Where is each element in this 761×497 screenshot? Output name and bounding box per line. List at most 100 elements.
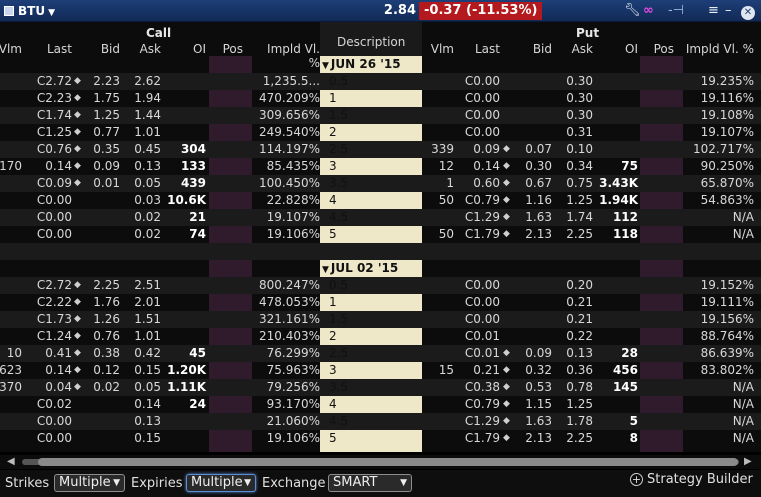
put-pb-cell[interactable] [512,294,552,311]
call-coi-cell[interactable]: 1.11K [166,379,206,396]
put-pa-cell[interactable]: 0.75 [555,175,593,192]
put-pl-cell[interactable]: C1.79 [456,226,500,243]
call-civ-cell[interactable]: 75.963% [254,362,320,379]
table-row[interactable]: C2.23 1.75 1.94 470.209% C0.00 0.30 19.116% ◆ 1 [0,90,761,107]
call-ca-cell[interactable]: 1.94 [123,90,161,107]
call-coi-cell[interactable]: 45 [166,345,206,362]
call-col-header[interactable]: Last [28,42,72,56]
put-pv-cell[interactable] [420,379,454,396]
put-piv-cell[interactable]: 19.152% [682,277,754,294]
table-row[interactable]: C0.02 0.14 24 93.170% C0.79 1.15 1.25 N/A ◆ 4 [0,396,761,413]
put-poi-cell[interactable]: 3.43K [598,175,638,192]
put-pv-cell[interactable]: 15 [420,362,454,379]
put-pv-cell[interactable] [420,396,454,413]
call-col-header[interactable]: Ask [123,42,161,56]
call-ca-cell[interactable]: 0.02 [123,209,161,226]
close-button[interactable]: ✕ [741,0,755,22]
put-poi-cell[interactable] [598,277,638,294]
call-coi-cell[interactable]: 1.20K [166,362,206,379]
put-piv-cell[interactable]: 54.863% [682,192,754,209]
call-col-header[interactable]: Vlm [0,42,22,56]
put-col-header[interactable]: Ask [555,42,593,56]
strike-description[interactable]: 3.5 [329,175,348,192]
put-pb-cell[interactable]: 1.63 [512,209,552,226]
table-row[interactable]: C1.74 1.25 1.44 309.656% C0.00 0.30 19.108% ◆ 1.… [0,107,761,124]
wrench-icon[interactable]: 🔧︎ [624,0,641,22]
call-cl-cell[interactable]: C0.00 [28,209,72,226]
call-cl-cell[interactable]: C1.24 [28,328,72,345]
call-cl-cell[interactable]: C0.00 [28,413,72,430]
minimize-icon[interactable]: – [725,0,732,22]
table-row[interactable]: C1.24 0.76 1.01 210.403% C0.01 0.22 88.764% ◆ 2 [0,328,761,345]
strike-description[interactable]: 0.5 [329,73,348,90]
call-coi-cell[interactable]: 74 [166,226,206,243]
put-pb-cell[interactable]: 0.32 [512,362,552,379]
table-row[interactable]: C0.09 0.01 0.05 439 100.450% 1 0.60 0.67 0.75 3.4… [0,175,761,192]
call-cv-cell[interactable] [0,141,22,158]
call-ca-cell[interactable]: 0.15 [123,362,161,379]
strikes-dropdown[interactable]: Multiple ▼ [54,474,125,492]
call-coi-cell[interactable] [166,124,206,141]
call-cl-cell[interactable]: C0.00 [28,192,72,209]
strike-description[interactable]: 2.5 [329,345,348,362]
call-coi-cell[interactable]: 439 [166,175,206,192]
put-poi-cell[interactable] [598,107,638,124]
put-pb-cell[interactable]: 0.09 [512,345,552,362]
put-pa-cell[interactable]: 0.30 [555,73,593,90]
strike-description[interactable]: 1 [329,90,337,107]
put-pa-cell[interactable]: 1.74 [555,209,593,226]
put-pb-cell[interactable] [512,90,552,107]
call-cb-cell[interactable]: 0.12 [80,362,120,379]
call-cb-cell[interactable] [80,192,120,209]
put-pv-cell[interactable] [420,294,454,311]
put-piv-cell[interactable]: 102.717% [682,141,754,158]
link-icon[interactable]: ∞ [643,0,654,22]
call-col-header[interactable]: OI [166,42,206,56]
call-cl-cell[interactable]: 0.14 [28,362,72,379]
put-pa-cell[interactable]: 0.10 [555,141,593,158]
call-civ-cell[interactable]: 79.256% [254,379,320,396]
pin-icon[interactable]: -⊣ [668,0,684,22]
call-cb-cell[interactable] [80,209,120,226]
put-pa-cell[interactable]: 0.31 [555,124,593,141]
put-col-header[interactable]: Pos [640,42,674,56]
table-row[interactable]: C0.76 0.35 0.45 304 114.197% 339 0.09 0.07 0.10 1… [0,141,761,158]
call-col-header[interactable]: Bid [80,42,120,56]
call-cl-cell[interactable]: C2.72 [28,277,72,294]
put-pl-cell[interactable]: C1.29 [456,209,500,226]
call-ca-cell[interactable]: 1.01 [123,328,161,345]
scroll-left-icon[interactable]: ◀ [7,455,15,469]
put-pb-cell[interactable] [512,73,552,90]
call-ca-cell[interactable]: 0.13 [123,413,161,430]
call-coi-cell[interactable]: 304 [166,141,206,158]
call-coi-cell[interactable]: 133 [166,158,206,175]
put-poi-cell[interactable]: 8 [598,430,638,447]
put-pl-cell[interactable]: C0.00 [456,124,500,141]
put-pl-cell[interactable]: C0.00 [456,73,500,90]
call-ca-cell[interactable]: 2.51 [123,277,161,294]
put-pl-cell[interactable]: C0.00 [456,294,500,311]
call-cv-cell[interactable] [0,396,22,413]
put-pb-cell[interactable]: 2.13 [512,430,552,447]
call-cv-cell[interactable]: 10 [0,345,22,362]
strike-description[interactable]: 1 [329,294,337,311]
call-civ-cell[interactable]: 22.828% [254,192,320,209]
put-pb-cell[interactable] [512,277,552,294]
put-poi-cell[interactable] [598,396,638,413]
call-coi-cell[interactable] [166,90,206,107]
put-poi-cell[interactable] [598,311,638,328]
put-poi-cell[interactable]: 112 [598,209,638,226]
collapse-triangle-icon[interactable]: ▼ [322,61,329,71]
call-coi-cell[interactable] [166,328,206,345]
put-pb-cell[interactable]: 2.13 [512,226,552,243]
call-cv-cell[interactable] [0,328,22,345]
put-pb-cell[interactable]: 0.67 [512,175,552,192]
table-row[interactable]: 170 0.14 0.09 0.13 133 85.435% 12 0.14 0.30 0.34 7… [0,158,761,175]
put-pa-cell[interactable]: 0.21 [555,311,593,328]
put-poi-cell[interactable] [598,141,638,158]
call-cb-cell[interactable]: 0.76 [80,328,120,345]
call-cv-cell[interactable] [0,430,22,447]
horizontal-scrollbar[interactable]: ◀ ▶ [0,455,761,469]
put-pb-cell[interactable]: 0.07 [512,141,552,158]
expiries-dropdown[interactable]: Multiple ▼ [186,474,256,492]
